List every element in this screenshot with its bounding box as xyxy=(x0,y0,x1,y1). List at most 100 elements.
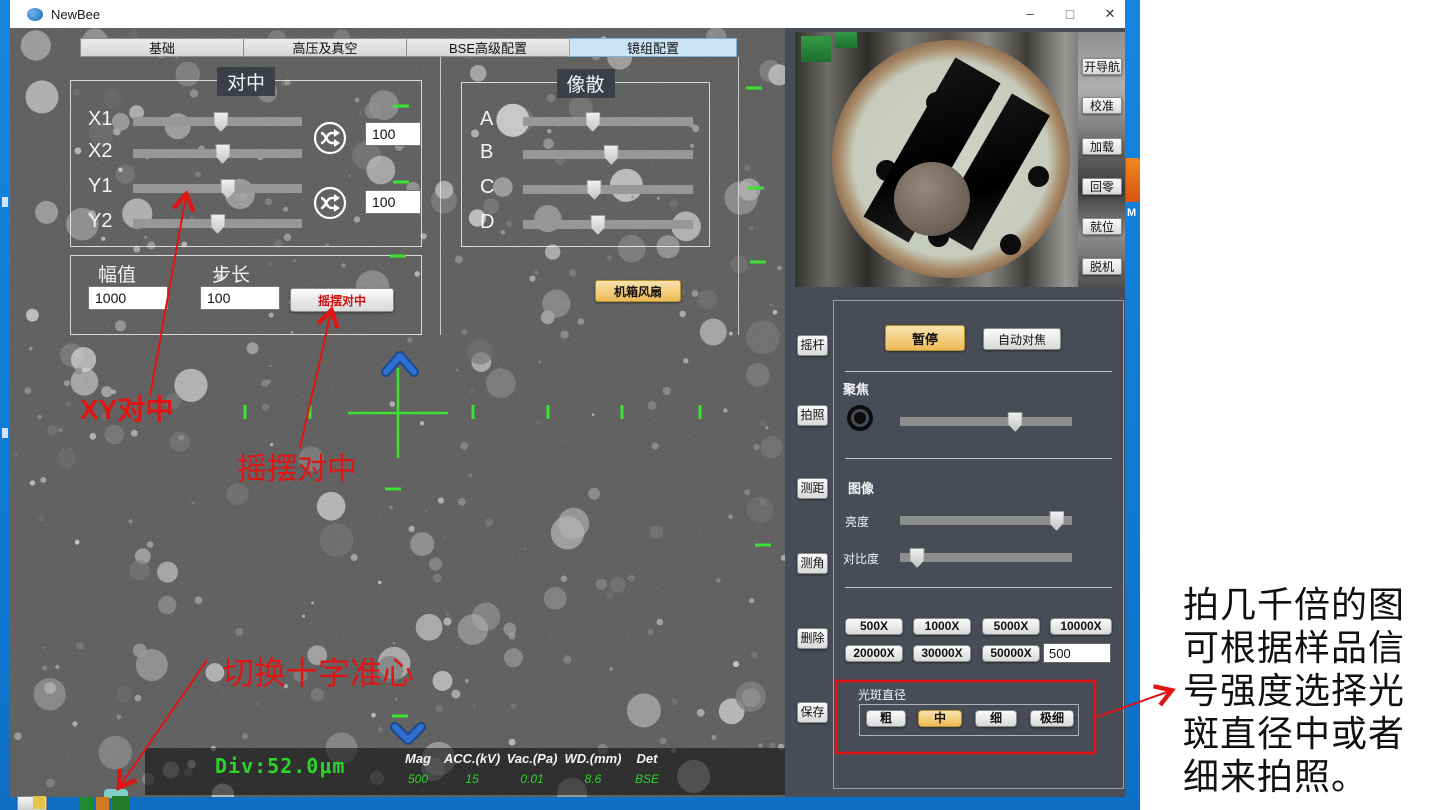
desktop-left-icon-2[interactable] xyxy=(2,428,8,438)
slider-thumb[interactable] xyxy=(220,179,235,199)
save-button[interactable]: 保存 xyxy=(797,702,828,723)
pause-button[interactable]: 暂停 xyxy=(885,325,965,351)
mag-500x-button[interactable]: 500X xyxy=(845,618,903,635)
screen: M NewBee – ◻ ✕ xyxy=(0,0,1437,810)
astig-slider-c[interactable] xyxy=(523,179,693,199)
astigmatism-group-title: 像散 xyxy=(556,69,614,98)
spot-fine-button[interactable]: 细 xyxy=(975,710,1017,727)
taskbar-app-icon-orange[interactable] xyxy=(96,797,109,810)
mag-30000x-button[interactable]: 30000X xyxy=(913,645,971,662)
tab-hv-vacuum[interactable]: 高压及真空 xyxy=(243,38,407,57)
centering-slider-x1[interactable] xyxy=(133,111,302,131)
taskbar-app-icon-green2[interactable] xyxy=(112,796,130,810)
slider-thumb[interactable] xyxy=(910,548,925,568)
slider-track[interactable] xyxy=(523,117,693,126)
measure-angle-button[interactable]: 测角 xyxy=(797,553,828,574)
tab-lens-config[interactable]: 镜组配置 xyxy=(569,38,737,57)
autofocus-button[interactable]: 自动对焦 xyxy=(983,328,1061,350)
slider-thumb[interactable] xyxy=(1008,412,1023,432)
focus-slider[interactable] xyxy=(900,411,1072,431)
slider-track[interactable] xyxy=(133,184,302,193)
slider-label-c: C xyxy=(480,176,494,199)
sem-image-viewport[interactable]: 基础 高压及真空 BSE高级配置 镜组配置 对中 X1 X2 Y1 Y2 xyxy=(10,28,785,797)
centering-slider-y2[interactable] xyxy=(133,213,302,233)
astig-slider-d[interactable] xyxy=(523,214,693,234)
slider-track[interactable] xyxy=(900,553,1072,562)
camera-connector-2 xyxy=(835,32,857,48)
contrast-slider[interactable] xyxy=(900,547,1072,567)
chassis-fan-button[interactable]: 机箱风扇 xyxy=(595,280,681,302)
focus-target-icon[interactable] xyxy=(847,405,873,431)
calibrate-button[interactable]: 校准 xyxy=(1082,97,1122,114)
camera-connector xyxy=(801,36,831,62)
camera-view: 开导航 校准 加载 回零 就位 脱机 xyxy=(795,32,1125,287)
measure-distance-button[interactable]: 测距 xyxy=(797,478,828,499)
contrast-label: 对比度 xyxy=(843,550,879,567)
desktop-left-icon[interactable] xyxy=(2,197,8,207)
div-scale-readout: Div:52.0μm xyxy=(215,754,345,778)
open-navigation-button[interactable]: 开导航 xyxy=(1082,58,1122,75)
step-input[interactable] xyxy=(200,286,280,310)
slider-label-x1: X1 xyxy=(88,108,112,131)
annotation-note-text: 拍几千倍的图 可根据样品信 号强度选择光 斑直径中或者 细来拍照。 xyxy=(1183,584,1437,799)
close-icon[interactable]: ✕ xyxy=(1090,0,1130,28)
desktop-shortcut-label: M xyxy=(1127,207,1136,219)
wobble-center-button[interactable]: 摇摆对中 xyxy=(290,288,394,312)
panel-divider-2 xyxy=(738,57,739,335)
status-columns: Mag 500 ACC.(kV) 15 Vac.(Pa) 0.01 WD.(mm… xyxy=(395,751,669,786)
slider-track[interactable] xyxy=(523,220,693,229)
app-window: NewBee – ◻ ✕ 基础 高压及真空 BSE高级配置 xyxy=(10,0,1125,797)
delete-button[interactable]: 删除 xyxy=(797,628,828,649)
slider-label-y1: Y1 xyxy=(88,175,112,198)
mag-20000x-button[interactable]: 20000X xyxy=(845,645,903,662)
status-col-vac: Vac.(Pa) 0.01 xyxy=(503,751,561,786)
taskbar-folder-icon[interactable] xyxy=(33,796,45,809)
slider-track[interactable] xyxy=(900,417,1072,426)
slider-thumb[interactable] xyxy=(590,215,605,235)
brightness-slider[interactable] xyxy=(900,510,1072,530)
spot-coarse-button[interactable]: 粗 xyxy=(866,710,906,727)
maximize-icon[interactable]: ◻ xyxy=(1050,0,1090,28)
slider-thumb[interactable] xyxy=(587,180,602,200)
mag-50000x-button[interactable]: 50000X xyxy=(982,645,1040,662)
swap-y-icon[interactable] xyxy=(312,185,348,221)
window-title: NewBee xyxy=(51,7,100,22)
right-panel: 摇杆 拍照 测距 测角 删除 保存 xyxy=(785,28,1125,797)
mag-5000x-button[interactable]: 5000X xyxy=(982,618,1040,635)
taskbar-app-icon-green[interactable] xyxy=(80,797,93,810)
slider-thumb[interactable] xyxy=(215,144,230,164)
joystick-button[interactable]: 摇杆 xyxy=(797,335,828,356)
astig-slider-b[interactable] xyxy=(523,144,693,164)
in-position-button[interactable]: 就位 xyxy=(1082,218,1122,235)
astig-slider-a[interactable] xyxy=(523,111,693,131)
minimize-icon[interactable]: – xyxy=(1010,0,1050,28)
offline-button[interactable]: 脱机 xyxy=(1082,258,1122,275)
magnification-input[interactable] xyxy=(1043,643,1111,663)
spot-medium-button[interactable]: 中 xyxy=(918,710,962,727)
slider-thumb[interactable] xyxy=(213,112,228,132)
swap-x-icon[interactable] xyxy=(312,120,348,156)
mag-10000x-button[interactable]: 10000X xyxy=(1050,618,1112,635)
home-zero-button[interactable]: 回零 xyxy=(1082,178,1122,195)
status-col-acc: ACC.(kV) 15 xyxy=(441,751,503,786)
slider-thumb[interactable] xyxy=(1049,511,1064,531)
spot-extra-fine-button[interactable]: 极细 xyxy=(1030,710,1074,727)
slider-thumb[interactable] xyxy=(585,112,600,132)
slider-thumb[interactable] xyxy=(210,214,225,234)
tab-bse-advanced[interactable]: BSE高级配置 xyxy=(406,38,570,57)
centering-value-x-input[interactable] xyxy=(365,122,421,146)
desktop-shortcut-icon[interactable] xyxy=(1126,158,1140,202)
status-col-det: Det BSE xyxy=(625,751,669,786)
photo-button[interactable]: 拍照 xyxy=(797,405,828,426)
centering-slider-y1[interactable] xyxy=(133,178,302,198)
amplitude-input[interactable] xyxy=(88,286,168,310)
slider-track[interactable] xyxy=(900,516,1072,525)
slider-thumb[interactable] xyxy=(604,145,619,165)
centering-value-y-input[interactable] xyxy=(365,190,421,214)
tab-basic[interactable]: 基础 xyxy=(80,38,244,57)
load-button[interactable]: 加载 xyxy=(1082,138,1122,155)
centering-slider-x2[interactable] xyxy=(133,143,302,163)
slider-track[interactable] xyxy=(523,185,693,194)
slider-label-x2: X2 xyxy=(88,140,112,163)
mag-1000x-button[interactable]: 1000X xyxy=(913,618,971,635)
